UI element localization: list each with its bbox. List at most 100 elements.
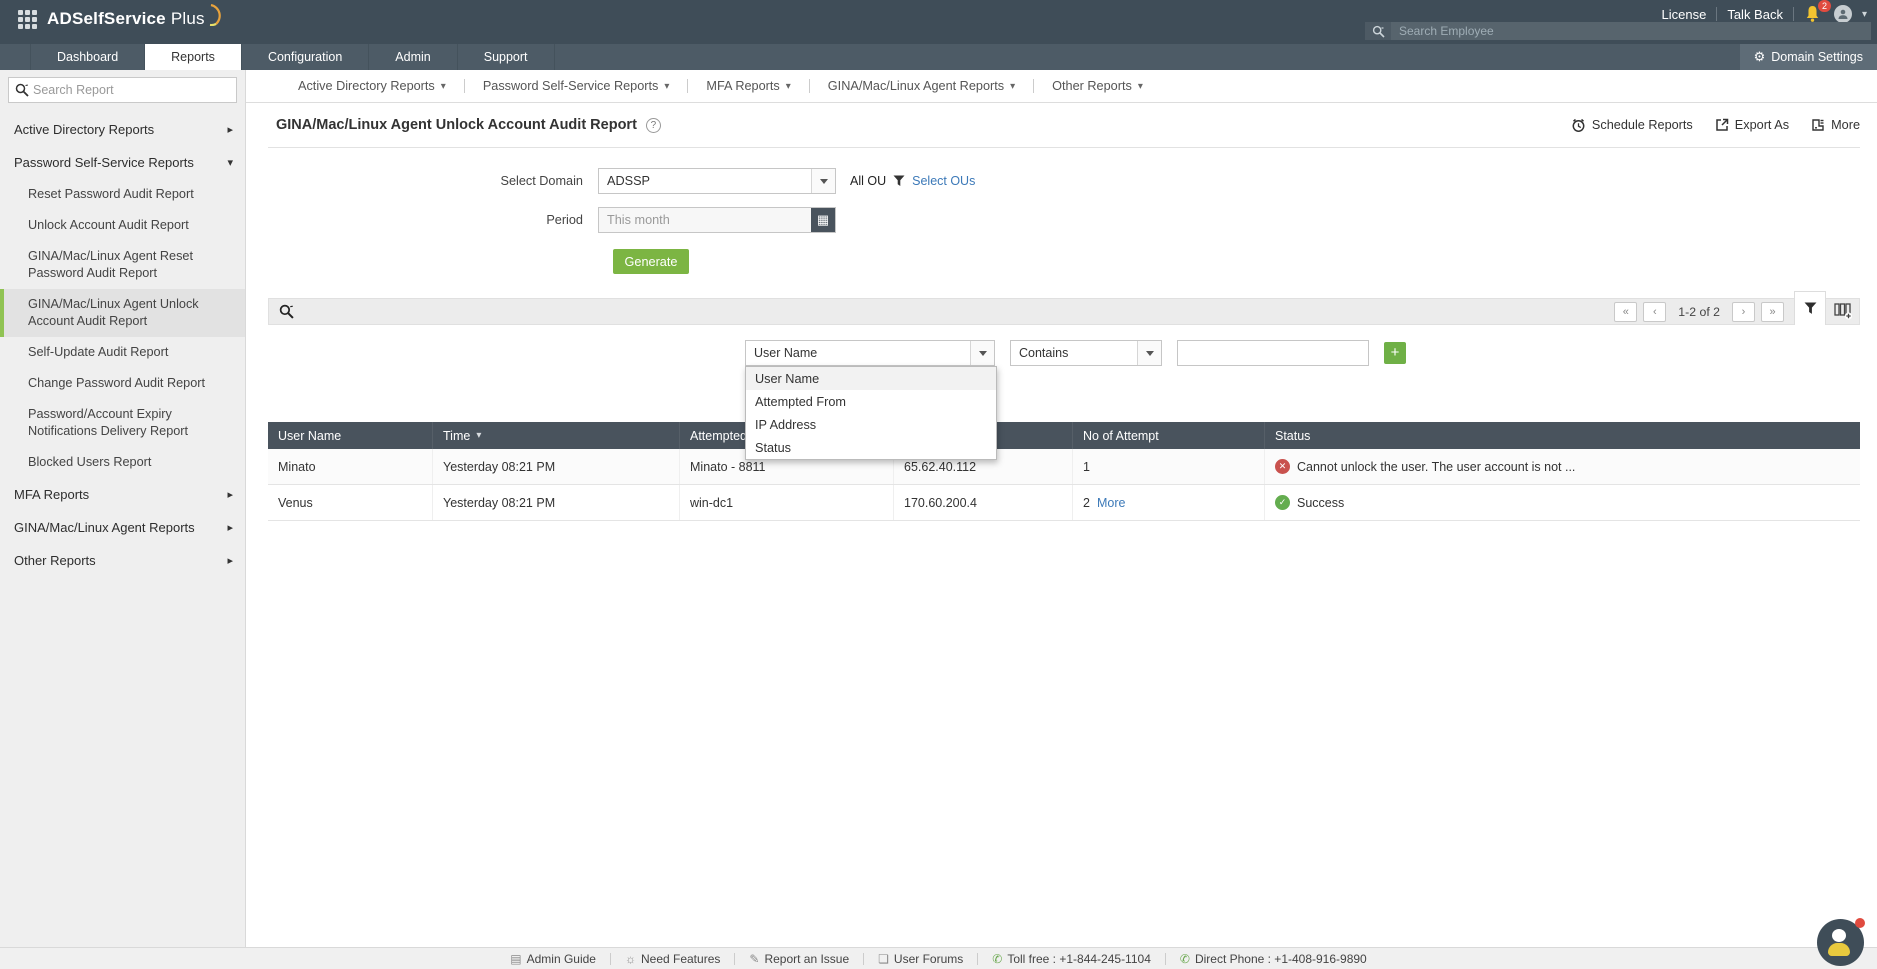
pager-range: 1-2 of 2 (1678, 305, 1720, 319)
cell-ip-address: 170.60.200.4 (894, 485, 1073, 520)
period-input[interactable] (599, 213, 811, 227)
sidebar-item-gina-agent-reports[interactable]: GINA/Mac/Linux Agent Reports ▸ (0, 511, 245, 544)
help-icon[interactable]: ? (646, 118, 661, 133)
user-avatar[interactable] (1834, 5, 1852, 23)
document-icon: ▤ (510, 952, 521, 966)
table-header-row: User Name Time▾ Attempted From IP Addres… (268, 422, 1860, 449)
support-chat-bubble[interactable] (1817, 919, 1864, 966)
period-field: ▦ (598, 207, 836, 233)
subnav-mfa-reports[interactable]: MFA Reports▾ (688, 79, 808, 93)
table-search-icon[interactable] (279, 304, 294, 319)
filter-builder-row: User Name Contains + (745, 340, 1860, 366)
tab-reports[interactable]: Reports (145, 44, 242, 70)
filter-funnel-icon[interactable] (1794, 291, 1826, 325)
sidebar-item-change-password-audit[interactable]: Change Password Audit Report (0, 368, 245, 399)
search-icon (9, 83, 31, 97)
tab-dashboard[interactable]: Dashboard (30, 44, 145, 70)
pager-last-button[interactable]: » (1761, 302, 1784, 322)
dropdown-option-status[interactable]: Status (746, 436, 996, 459)
chevron-down-icon: ▾ (227, 156, 233, 169)
chat-avatar-head (1832, 929, 1846, 942)
title-divider (268, 147, 1860, 148)
sidebar-item-gina-reset-password-audit[interactable]: GINA/Mac/Linux Agent Reset Password Audi… (0, 241, 245, 289)
user-forums-link[interactable]: ❏ User Forums (878, 952, 963, 966)
employee-search (1365, 22, 1871, 40)
domain-select[interactable]: ADSSP (598, 168, 836, 194)
sidebar-item-password-self-service-reports[interactable]: Password Self-Service Reports ▾ (0, 146, 245, 179)
pager-next-button[interactable]: › (1732, 302, 1755, 322)
col-header-user-name[interactable]: User Name (268, 422, 433, 449)
pager-prev-button[interactable]: ‹ (1643, 302, 1666, 322)
schedule-reports-button[interactable]: Schedule Reports (1571, 118, 1693, 133)
sidebar-item-other-reports[interactable]: Other Reports ▸ (0, 544, 245, 577)
add-filter-button[interactable]: + (1384, 342, 1406, 364)
cell-status: ✕ Cannot unlock the user. The user accou… (1265, 449, 1860, 484)
talkback-link[interactable]: Talk Back (1727, 7, 1783, 22)
employee-search-input[interactable] (1391, 24, 1871, 38)
report-search-input[interactable] (31, 83, 236, 97)
employee-search-icon[interactable] (1365, 22, 1391, 40)
more-list-icon (1811, 118, 1825, 132)
subnav-active-directory-reports[interactable]: Active Directory Reports▾ (280, 79, 464, 93)
sidebar-item-unlock-account-audit[interactable]: Unlock Account Audit Report (0, 210, 245, 241)
generate-button[interactable]: Generate (613, 249, 689, 274)
sidebar-item-blocked-users[interactable]: Blocked Users Report (0, 447, 245, 478)
pager-first-button[interactable]: « (1614, 302, 1637, 322)
apps-grid-icon[interactable] (18, 10, 37, 29)
col-header-no-of-attempt[interactable]: No of Attempt (1073, 422, 1265, 449)
phone-icon: ✆ (992, 952, 1002, 966)
chevron-down-icon: ▾ (441, 81, 446, 92)
export-as-button[interactable]: Export As (1715, 118, 1789, 132)
sidebar-item-self-update-audit[interactable]: Self-Update Audit Report (0, 337, 245, 368)
sidebar-item-expiry-notifications-delivery[interactable]: Password/Account Expiry Notifications De… (0, 399, 245, 447)
col-header-status[interactable]: Status (1265, 422, 1860, 449)
more-button[interactable]: More (1811, 118, 1860, 132)
table-row[interactable]: Minato Yesterday 08:21 PM Minato - 8811 … (268, 449, 1860, 485)
select-ous-link[interactable]: Select OUs (912, 174, 975, 188)
avatar-caret-icon[interactable]: ▾ (1862, 9, 1867, 20)
tab-admin[interactable]: Admin (369, 44, 457, 70)
page-footer: ▤ Admin Guide ☼ Need Features ✎ Report a… (0, 947, 1877, 969)
filter-operator-select[interactable]: Contains (1010, 340, 1162, 366)
more-attempts-link[interactable]: More (1097, 496, 1125, 510)
calendar-icon[interactable]: ▦ (811, 208, 835, 232)
dropdown-option-attempted-from[interactable]: Attempted From (746, 390, 996, 413)
subnav-other-reports[interactable]: Other Reports▾ (1034, 79, 1161, 93)
cell-no-of-attempt: 1 (1073, 449, 1265, 484)
ou-funnel-icon[interactable] (893, 175, 905, 187)
sidebar-item-active-directory-reports[interactable]: Active Directory Reports ▸ (0, 113, 245, 146)
tab-configuration[interactable]: Configuration (242, 44, 369, 70)
tab-support[interactable]: Support (458, 44, 555, 70)
dropdown-option-ip-address[interactable]: IP Address (746, 413, 996, 436)
cell-attempted-from: win-dc1 (680, 485, 894, 520)
admin-guide-link[interactable]: ▤ Admin Guide (510, 952, 596, 966)
filter-field-select[interactable]: User Name (745, 340, 995, 366)
cell-status: ✓ Success (1265, 485, 1860, 520)
sidebar-item-gina-unlock-account-audit[interactable]: GINA/Mac/Linux Agent Unlock Account Audi… (0, 289, 245, 337)
col-header-time[interactable]: Time▾ (433, 422, 680, 449)
main-tabbar: Dashboard Reports Configuration Admin Su… (0, 44, 1877, 70)
notifications-bell-icon[interactable]: 2 (1804, 5, 1824, 23)
chevron-down-icon (811, 169, 835, 193)
filter-value-input[interactable] (1177, 340, 1369, 366)
logo-crescent-icon (207, 4, 223, 26)
report-issue-link[interactable]: ✎ Report an Issue (749, 952, 849, 966)
error-status-icon: ✕ (1275, 459, 1290, 474)
dropdown-option-user-name[interactable]: User Name (746, 367, 996, 390)
filter-field-dropdown: User Name Attempted From IP Address Stat… (745, 366, 997, 460)
sidebar-item-reset-password-audit[interactable]: Reset Password Audit Report (0, 179, 245, 210)
gear-icon: ⚙ (1754, 49, 1766, 65)
chat-avatar-body (1828, 943, 1850, 956)
direct-phone-number: ✆ Direct Phone : +1-408-916-9890 (1180, 952, 1367, 966)
app-logo-suffix: Plus (171, 9, 205, 29)
subnav-password-self-service-reports[interactable]: Password Self-Service Reports▾ (465, 79, 688, 93)
period-label: Period (268, 213, 598, 227)
domain-settings-button[interactable]: ⚙ Domain Settings (1740, 44, 1877, 70)
add-columns-icon[interactable] (1834, 303, 1853, 320)
need-features-link[interactable]: ☼ Need Features (625, 952, 720, 966)
license-link[interactable]: License (1662, 7, 1707, 22)
sidebar-item-mfa-reports[interactable]: MFA Reports ▸ (0, 478, 245, 511)
subnav-gina-agent-reports[interactable]: GINA/Mac/Linux Agent Reports▾ (810, 79, 1033, 93)
cell-no-of-attempt: 2 More (1073, 485, 1265, 520)
table-row[interactable]: Venus Yesterday 08:21 PM win-dc1 170.60.… (268, 485, 1860, 521)
